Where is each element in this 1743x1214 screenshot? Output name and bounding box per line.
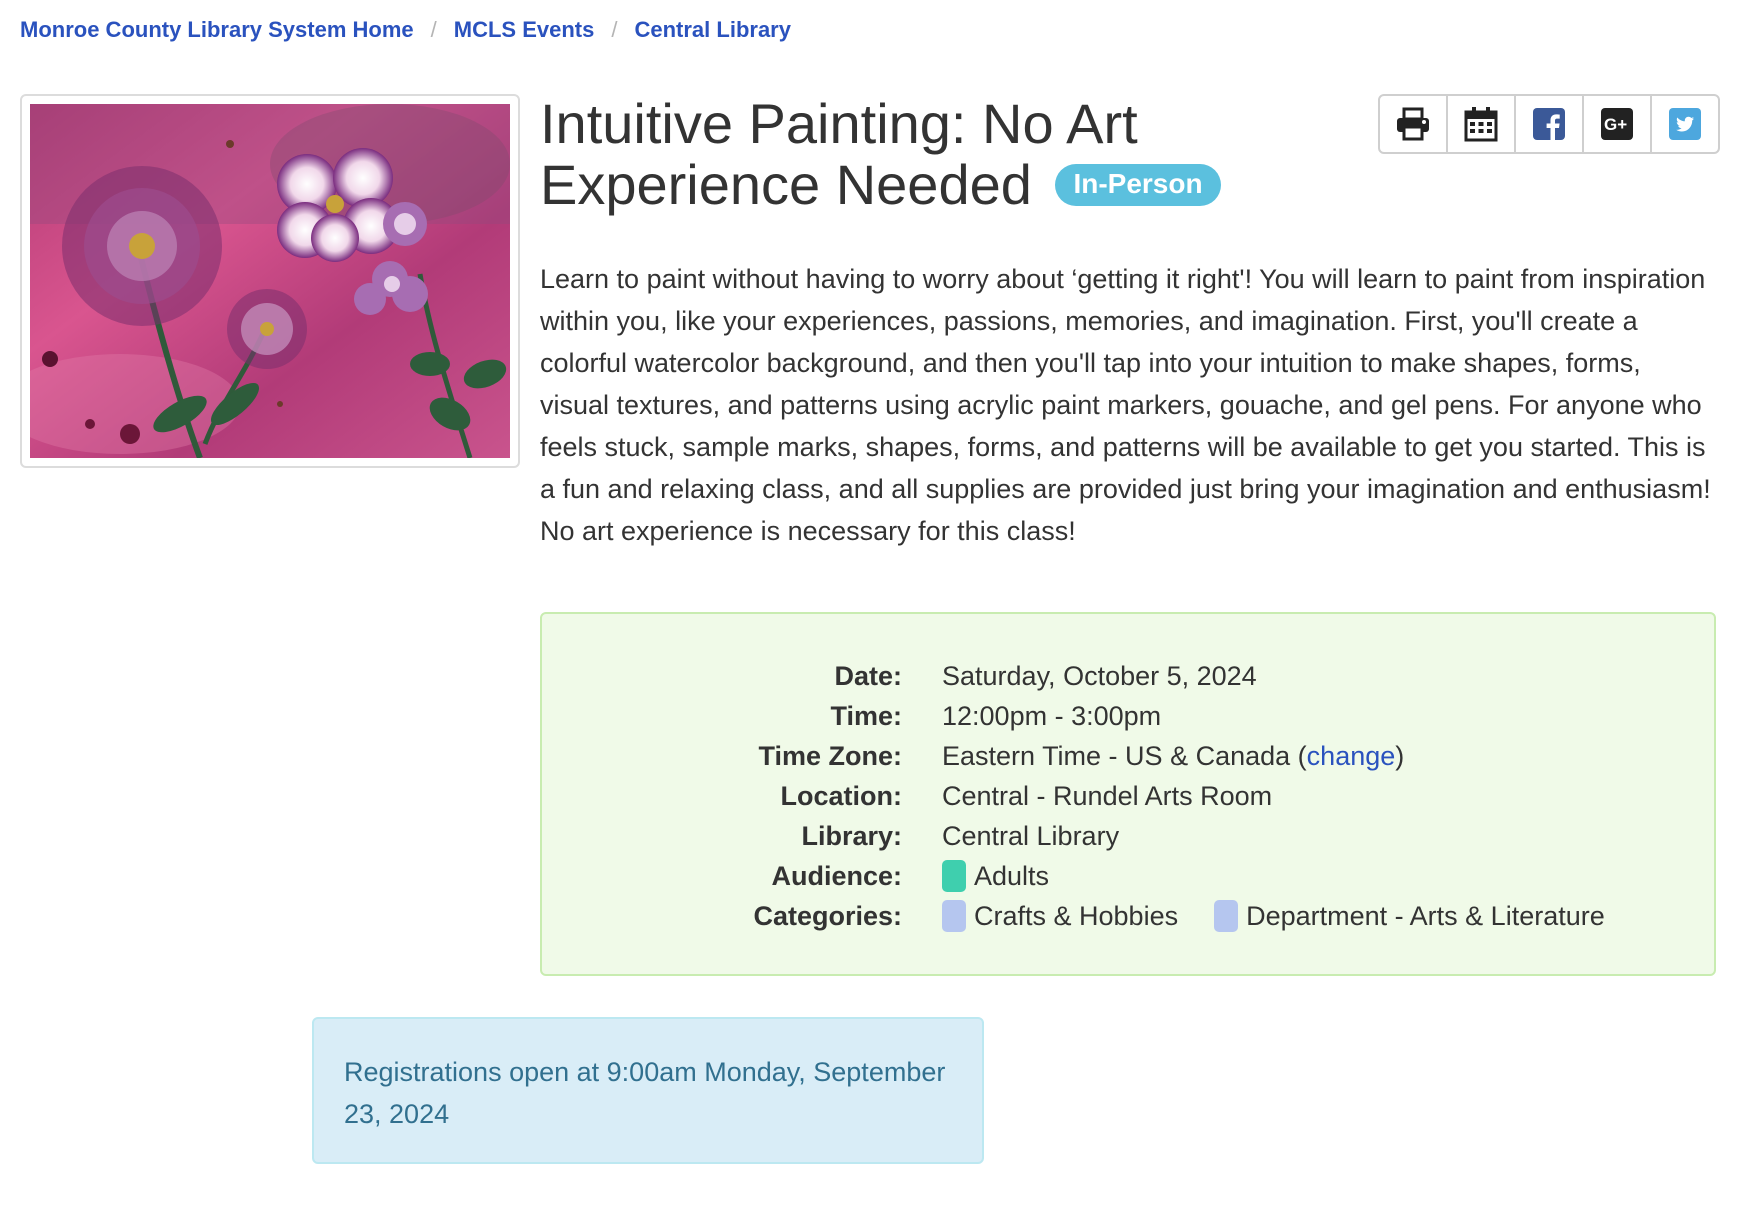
location-label: Location: (780, 781, 903, 811)
change-timezone-link[interactable]: change (1307, 736, 1396, 776)
registration-notice: Registrations open at 9:00am Monday, Sep… (312, 1017, 984, 1164)
breadcrumb-link-events[interactable]: MCLS Events (454, 17, 595, 43)
breadcrumb: Monroe County Library System Home / MCLS… (20, 17, 791, 43)
audience-label: Audience: (771, 861, 902, 891)
categories-value: Crafts & Hobbies Department - Arts & Lite… (942, 896, 1605, 936)
library-value: Central Library (942, 821, 1120, 851)
svg-text:G+: G+ (1604, 115, 1627, 134)
event-title-text: Intuitive Painting: No Art Experience Ne… (540, 92, 1138, 216)
category-color-swatch (1214, 900, 1239, 932)
print-button[interactable] (1380, 96, 1448, 152)
twitter-share-button[interactable] (1652, 96, 1718, 152)
event-image (30, 104, 510, 458)
paren-open: ( (1297, 741, 1307, 771)
print-icon (1397, 107, 1429, 141)
add-to-calendar-button[interactable] (1448, 96, 1516, 152)
in-person-badge: In-Person (1055, 164, 1221, 207)
location-value: Central - Rundel Arts Room (942, 781, 1273, 811)
category-item: Department - Arts & Literature (1246, 901, 1605, 931)
breadcrumb-link-home[interactable]: Monroe County Library System Home (20, 17, 414, 43)
category-item: Crafts & Hobbies (974, 901, 1179, 931)
category-color-swatch (942, 900, 966, 932)
categories-label: Categories: (753, 901, 902, 931)
time-label: Time: (830, 701, 902, 731)
date-label: Date: (834, 661, 902, 691)
event-description: Learn to paint without having to worry a… (540, 264, 1711, 546)
google-plus-share-button[interactable]: G+ (1584, 96, 1652, 152)
timezone-label: Time Zone: (758, 741, 902, 771)
timezone-text: Eastern Time - US & Canada (942, 741, 1291, 771)
breadcrumb-link-library[interactable]: Central Library (634, 17, 791, 43)
facebook-share-button[interactable] (1516, 96, 1584, 152)
time-value: 12:00pm - 3:00pm (942, 701, 1162, 731)
audience-text: Adults (974, 861, 1050, 891)
breadcrumb-separator: / (430, 17, 437, 42)
event-image-card (20, 94, 520, 468)
audience-value: Adults (942, 856, 1049, 896)
google-plus-icon: G+ (1601, 108, 1633, 140)
calendar-icon (1464, 107, 1498, 142)
event-details-panel: Date: Saturday, October 5, 2024 Time: 12… (540, 612, 1716, 976)
date-value: Saturday, October 5, 2024 (942, 661, 1257, 691)
event-title: Intuitive Painting: No Art Experience Ne… (540, 93, 1300, 215)
share-toolbar: G+ (1378, 94, 1720, 154)
facebook-icon (1533, 108, 1565, 140)
twitter-icon (1669, 108, 1701, 140)
paren-close: ) (1395, 741, 1405, 771)
timezone-value: Eastern Time - US & Canada (change) (942, 736, 1404, 776)
breadcrumb-separator: / (611, 17, 618, 42)
audience-color-swatch (942, 860, 966, 892)
library-label: Library: (801, 821, 902, 851)
